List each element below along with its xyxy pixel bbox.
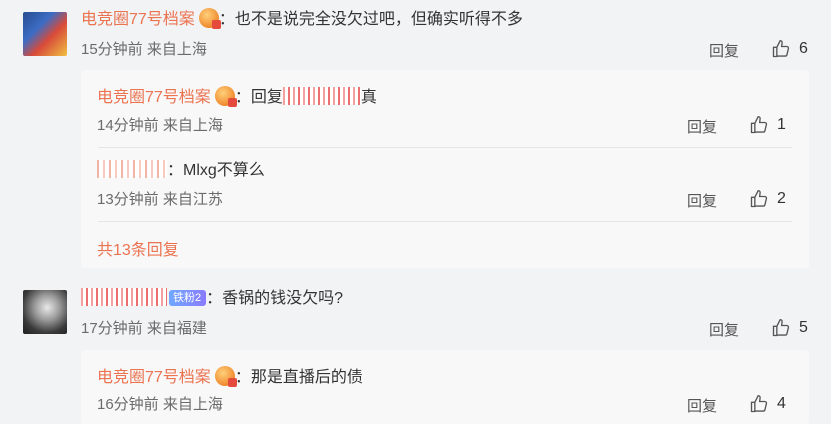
reply-meta: 13分钟前 来自江苏	[97, 191, 223, 208]
reply-button[interactable]: 回复	[709, 40, 739, 61]
comment-author[interactable]: 电竞圈77号档案	[81, 11, 195, 28]
comment-body: 电竞圈77号档案 ：也不是说完全没欠过吧，但确实听得不多	[81, 8, 523, 30]
comment-item: 铁粉2 ：香锅的钱没欠吗? 17分钟前 来自福建 回复 5 电竞圈77号档案 ：那是…	[0, 270, 831, 424]
like-count: 5	[799, 319, 808, 336]
like-count: 6	[799, 40, 808, 57]
reply-panel: 电竞圈77号档案 ：那是直播后的债 16分钟前 来自上海 回复 4	[81, 350, 809, 424]
reply-text: ：Mlxg不算么	[167, 162, 265, 179]
verified-badge-icon	[198, 8, 221, 29]
thumbs-up-icon	[750, 189, 768, 208]
thumbs-up-icon	[750, 394, 768, 413]
thumbs-up-icon	[772, 318, 790, 337]
comment-item: 电竞圈77号档案 ：也不是说完全没欠过吧，但确实听得不多 15分钟前 来自上海 回…	[0, 0, 831, 270]
reply-text: 真	[360, 89, 377, 106]
reply-body: 电竞圈77号档案 ：回复 真	[97, 86, 377, 108]
reply-button[interactable]: 回复	[709, 319, 739, 340]
comment-body: 铁粉2 ：香锅的钱没欠吗?	[81, 288, 343, 309]
reply-text: ：那是直播后的债	[234, 369, 363, 386]
reply-meta: 16分钟前 来自上海	[97, 396, 223, 413]
redacted-username[interactable]	[81, 288, 167, 306]
view-all-replies-link[interactable]: 共13条回复	[97, 236, 179, 260]
avatar[interactable]	[23, 290, 67, 334]
like-count: 4	[777, 395, 786, 412]
like-button[interactable]: 2	[749, 189, 786, 209]
divider	[98, 147, 792, 148]
reply-body: ：Mlxg不算么	[97, 160, 265, 181]
like-count: 2	[777, 190, 786, 207]
reply-panel: 电竞圈77号档案 ：回复 真 14分钟前 来自上海 回复 1 ：Mlxg不算么 13…	[81, 70, 809, 268]
like-count: 1	[777, 116, 786, 133]
verified-badge-icon	[214, 366, 237, 387]
like-button[interactable]: 1	[749, 115, 786, 135]
comment-text: ：香锅的钱没欠吗?	[206, 290, 344, 307]
comment-text: ：也不是说完全没欠过吧，但确实听得不多	[218, 11, 523, 28]
like-button[interactable]: 4	[749, 394, 786, 414]
fan-badge: 铁粉2	[169, 290, 207, 306]
comment-meta: 15分钟前 来自上海	[81, 41, 207, 58]
thumbs-up-icon	[772, 39, 790, 58]
reply-button[interactable]: 回复	[687, 116, 717, 137]
reply-author[interactable]: 电竞圈77号档案	[97, 369, 211, 386]
like-button[interactable]: 6	[771, 39, 808, 59]
redacted-username[interactable]	[282, 87, 361, 105]
reply-button[interactable]: 回复	[687, 395, 717, 416]
thumbs-up-icon	[750, 115, 768, 134]
divider	[98, 221, 792, 222]
reply-button[interactable]: 回复	[687, 190, 717, 211]
comment-meta: 17分钟前 来自福建	[81, 320, 207, 337]
like-button[interactable]: 5	[771, 318, 808, 338]
reply-body: 电竞圈77号档案 ：那是直播后的债	[97, 366, 363, 388]
reply-meta: 14分钟前 来自上海	[97, 117, 223, 134]
reply-prefix: ：回复	[234, 89, 283, 106]
verified-badge-icon	[214, 86, 237, 107]
reply-author[interactable]: 电竞圈77号档案	[97, 89, 211, 106]
avatar[interactable]	[23, 12, 67, 56]
redacted-username[interactable]	[97, 160, 167, 178]
